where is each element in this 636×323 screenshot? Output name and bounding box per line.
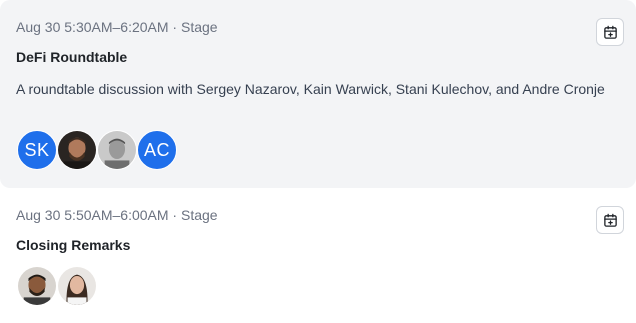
- speaker-avatars: [17, 266, 97, 306]
- avatar-initials: SK: [24, 139, 50, 160]
- event-title: DeFi Roundtable: [16, 49, 128, 65]
- avatar[interactable]: [57, 130, 97, 170]
- calendar-add-icon: [603, 25, 617, 39]
- event-card-defi-roundtable[interactable]: Aug 30 5:30AM–6:20AM · Stage DeFi Roundt…: [0, 0, 636, 188]
- avatar[interactable]: SK: [17, 130, 57, 170]
- event-description: A roundtable discussion with Sergey Naza…: [16, 81, 605, 97]
- event-meta: Aug 30 5:50AM–6:00AM · Stage: [16, 207, 218, 223]
- event-meta: Aug 30 5:30AM–6:20AM · Stage: [16, 19, 218, 35]
- avatar[interactable]: [57, 266, 97, 306]
- avatar[interactable]: [17, 266, 57, 306]
- schedule-list: Aug 30 5:30AM–6:20AM · Stage DeFi Roundt…: [0, 0, 636, 323]
- speaker-photo-icon: [58, 267, 96, 305]
- speaker-photo-icon: [58, 131, 96, 169]
- speaker-photo-icon: [18, 267, 56, 305]
- avatar-initials: AC: [143, 139, 170, 160]
- event-title: Closing Remarks: [16, 237, 131, 253]
- speaker-photo-icon: [98, 131, 136, 169]
- calendar-add-icon: [603, 213, 617, 227]
- speaker-avatars: SK AC: [17, 130, 177, 170]
- add-to-calendar-button[interactable]: [596, 206, 624, 234]
- avatar[interactable]: [97, 130, 137, 170]
- add-to-calendar-button[interactable]: [596, 18, 624, 46]
- avatar[interactable]: AC: [137, 130, 177, 170]
- event-card-closing-remarks[interactable]: Aug 30 5:50AM–6:00AM · Stage Closing Rem…: [0, 188, 636, 323]
